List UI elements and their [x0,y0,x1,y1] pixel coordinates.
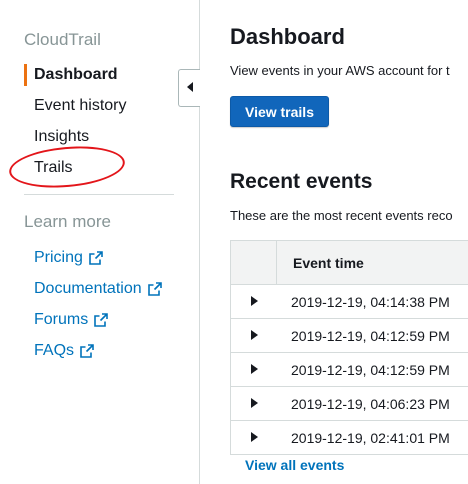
sidebar-title: CloudTrail [24,30,101,49]
view-trails-button[interactable]: View trails [230,96,329,127]
main-content: Dashboard View events in your AWS accoun… [200,0,468,484]
active-indicator [24,64,27,86]
column-header-event-time[interactable]: Event time [277,241,468,284]
page-title: Dashboard [230,24,345,49]
table-row[interactable]: 2019-12-19, 04:14:38 PM [231,285,468,319]
caret-right-icon [250,429,258,447]
sidebar-collapse-button[interactable] [178,69,200,107]
sidebar-item-trails[interactable]: Trails [34,159,73,177]
external-link-icon [80,344,94,358]
expand-row-button[interactable] [231,319,277,352]
sidebar: CloudTrail Dashboard Event history Insig… [0,0,200,484]
sidebar-item-insights[interactable]: Insights [34,128,89,146]
expand-column-header [231,241,277,284]
table-row[interactable]: 2019-12-19, 04:12:59 PM [231,353,468,387]
event-time-cell: 2019-12-19, 02:41:01 PM [291,429,450,446]
event-time-cell: 2019-12-19, 04:12:59 PM [291,361,450,378]
sidebar-section-learn-more: Learn more [24,212,111,231]
event-time-cell: 2019-12-19, 04:14:38 PM [291,293,450,310]
link-forums-label: Forums [34,311,89,328]
caret-left-icon [186,79,194,97]
dashboard-description: View events in your AWS account for t [230,63,450,78]
table-row[interactable]: 2019-12-19, 04:06:23 PM [231,387,468,421]
external-link-icon [89,251,103,265]
sidebar-item-dashboard[interactable]: Dashboard [34,66,118,84]
expand-row-button[interactable] [231,387,277,420]
link-pricing[interactable]: Pricing [34,249,103,267]
recent-events-table: Event time 2019-12-19, 04:14:38 PM 2019-… [230,240,468,455]
event-time-cell: 2019-12-19, 04:12:59 PM [291,327,450,344]
table-row[interactable]: 2019-12-19, 04:12:59 PM [231,319,468,353]
external-link-icon [147,282,162,296]
caret-right-icon [250,361,258,379]
link-pricing-label: Pricing [34,249,83,266]
caret-right-icon [250,327,258,345]
view-all-events-link[interactable]: View all events [245,457,344,473]
sidebar-divider [24,194,174,195]
cloudtrail-console: CloudTrail Dashboard Event history Insig… [0,0,468,484]
expand-row-button[interactable] [231,353,277,386]
link-documentation[interactable]: Documentation [34,280,162,298]
recent-events-description: These are the most recent events reco [230,208,453,223]
link-faqs-label: FAQs [34,342,75,359]
table-row[interactable]: 2019-12-19, 02:41:01 PM [231,421,468,455]
caret-right-icon [250,293,258,311]
link-forums[interactable]: Forums [34,311,109,329]
recent-events-title: Recent events [230,170,373,193]
event-time-cell: 2019-12-19, 04:06:23 PM [291,395,450,412]
expand-row-button[interactable] [231,285,277,318]
sidebar-item-event-history[interactable]: Event history [34,97,126,115]
external-link-icon [94,313,109,327]
link-faqs[interactable]: FAQs [34,342,94,360]
expand-row-button[interactable] [231,421,277,454]
link-documentation-label: Documentation [34,280,142,297]
caret-right-icon [250,395,258,413]
table-header: Event time [231,241,468,285]
